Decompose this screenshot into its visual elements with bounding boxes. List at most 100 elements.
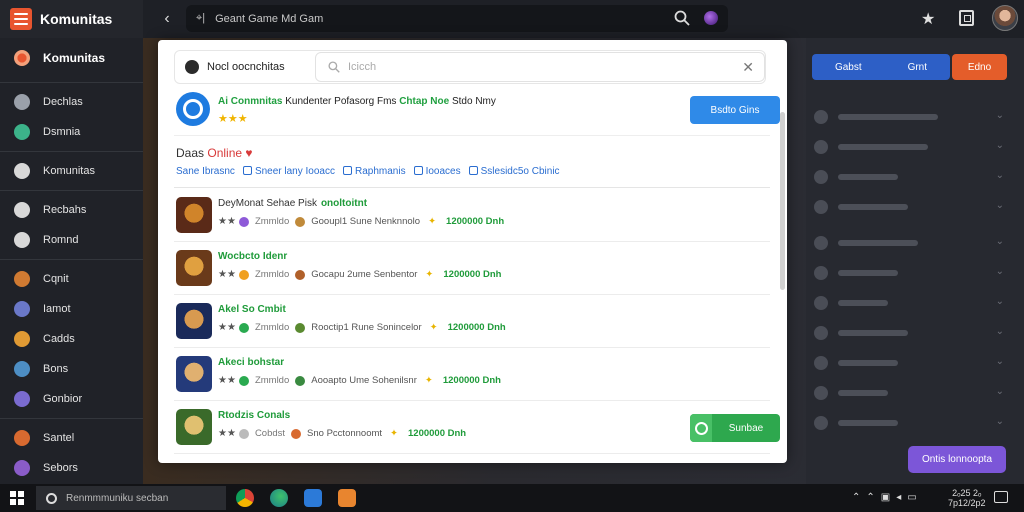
scrollbar[interactable] [780, 112, 785, 290]
windows-start-icon[interactable] [10, 491, 24, 505]
sidebar-item[interactable]: Dsmnia [0, 117, 143, 147]
community-name: Akeci bohstar [218, 357, 284, 368]
right-panel-row[interactable]: ⌄ [814, 140, 1006, 154]
back-arrow-icon[interactable]: ‹ [158, 9, 176, 29]
checkbox-icon[interactable] [468, 166, 478, 175]
section-link[interactable]: Sane Ibrasnc [176, 166, 235, 177]
right-panel-row-text [838, 270, 898, 276]
right-panel-blue-button[interactable]: Gabst Grnt [812, 54, 950, 80]
battery-icon: ▭ [907, 492, 917, 503]
store-icon[interactable] [304, 489, 322, 507]
card-header: Nocl oocnchitas Icicch ✕ [174, 50, 766, 84]
badge-icon [238, 375, 249, 386]
system-tray[interactable]: ⌃ ⌃ ▣ ◂ ▭ [852, 492, 917, 503]
taskbar-search[interactable]: Renmmmuniku secban [36, 486, 226, 510]
chevron-down-icon: ⌄ [995, 296, 1004, 307]
checkbox-icon[interactable] [413, 166, 423, 175]
chevron-up-icon: ⌃ [852, 492, 861, 503]
right-panel-row[interactable]: ⌄ [814, 200, 1006, 214]
sidebar-divider [0, 151, 143, 152]
assistant-orb-icon[interactable] [704, 11, 718, 25]
right-panel-row[interactable]: ⌄ [814, 386, 1006, 400]
right-panel-row[interactable]: ⌄ [814, 266, 1006, 280]
section-link[interactable]: Sneer lany Iooacc [255, 166, 335, 177]
feature-join-button[interactable]: Bsdto Gins [690, 96, 780, 124]
right-panel-row[interactable]: ⌄ [814, 296, 1006, 310]
right-panel-row-icon [814, 386, 828, 400]
right-panel-row-icon [814, 416, 828, 430]
chat-icon [690, 414, 712, 442]
sidebar-header[interactable]: Komunitas [0, 38, 143, 78]
card-search-input[interactable]: Icicch ✕ [315, 52, 765, 82]
clock[interactable]: 2ₒ25 2ₒ 7p12/2p2 [948, 488, 986, 508]
sidebar-item[interactable]: Sebors [0, 453, 143, 483]
sidebar-item[interactable]: Cqnit [0, 264, 143, 294]
community-name-text: Akel So Cmbit [218, 304, 286, 315]
sidebar-item-icon [14, 271, 30, 287]
online-section: Daas Online ♥ Sane Ibrasnc Sneer lany Ioo… [176, 146, 560, 177]
community-row[interactable]: DeyMonat Sehae Pisk onoltoitnt ★★ Zmmldo Goo… [174, 190, 770, 242]
right-panel-row[interactable]: ⌄ [814, 326, 1006, 340]
feature-prefix: Ai Conmnitas [218, 96, 283, 107]
app-icon[interactable] [338, 489, 356, 507]
section-link[interactable]: Raphmanis [355, 166, 406, 177]
right-panel-orange-button[interactable]: Edno [952, 54, 1007, 80]
brand-logo-icon [10, 8, 32, 30]
community-row[interactable]: Rtodzis Conals ★★ Cobdst Sno Pcctonnoomt ✦ 12… [174, 402, 780, 454]
community-name-text: DeyMonat Sehae Pisk [218, 198, 317, 209]
community-thumbnail [176, 197, 212, 233]
chevron-down-icon: ⌄ [995, 386, 1004, 397]
right-panel-row-icon [814, 200, 828, 214]
sidebar-item[interactable]: Dechlas [0, 87, 143, 117]
chevron-down-icon: ⌄ [995, 200, 1004, 211]
sidebar-item[interactable]: Cadds [0, 324, 143, 354]
location-pin-icon: ⌖| [196, 12, 206, 24]
right-panel-row[interactable]: ⌄ [814, 356, 1006, 370]
community-row[interactable]: Wocbcto Idenr ★★ Zmmldo Gocapu 2ume Senbent… [174, 243, 770, 295]
sidebar-divider [0, 190, 143, 191]
right-panel-row[interactable]: ⌄ [814, 110, 1006, 124]
section-title-text: Daas [176, 146, 205, 160]
join-button[interactable]: Sunbae [690, 414, 780, 442]
community-price: 1200000 Dnh [442, 375, 501, 386]
avatar[interactable] [992, 5, 1018, 31]
community-row[interactable]: Akel So Cmbit ★★ Zmmldo Rooctip1 Rune Sonin… [174, 296, 770, 348]
community-detail: Gooupl1 Sune Nenknnolo [311, 216, 421, 227]
community-detail: Aooapto Ume Sohenilsnr [311, 375, 417, 386]
search-icon[interactable] [674, 10, 690, 26]
section-link[interactable]: Sslesidc5o Cbinic [481, 166, 560, 177]
notification-icon[interactable] [994, 491, 1008, 503]
checkbox-icon[interactable] [343, 166, 352, 175]
sidebar-item-label: Gonbior [43, 393, 83, 405]
right-panel-row[interactable]: ⌄ [814, 416, 1006, 430]
sidebar-item-icon [14, 361, 30, 377]
sidebar-item[interactable]: Bons [0, 354, 143, 384]
sidebar-item-label: Cadds [43, 333, 75, 345]
brand[interactable]: Komunitas [0, 0, 143, 38]
sidebar-item[interactable]: Santel [0, 423, 143, 453]
right-panel-row[interactable]: ⌄ [814, 236, 1006, 250]
sidebar-item-icon [14, 163, 30, 179]
edge-icon[interactable] [270, 489, 288, 507]
online-button[interactable]: Ontis lonnoopta [908, 446, 1006, 473]
sidebar-item[interactable]: Recbahs [0, 195, 143, 225]
checkbox-icon[interactable] [242, 166, 252, 175]
community-row[interactable]: Akeci bohstar ★★ Zmmldo Aooapto Ume Sohenil… [174, 349, 770, 401]
sidebar-item-label: Santel [43, 432, 75, 444]
sidebar-item[interactable]: Iamot [0, 294, 143, 324]
sidebar-item[interactable]: Komunitas [0, 156, 143, 186]
sidebar-item-icon [14, 124, 30, 140]
right-panel-row[interactable]: ⌄ [814, 170, 1006, 184]
community-sub: Zmmldo [254, 269, 290, 280]
chrome-icon[interactable] [236, 489, 254, 507]
top-search-input[interactable]: ⌖| Geant Game Md Gam [186, 5, 728, 32]
badge-icon [238, 428, 249, 439]
community-detail: Sno Pcctonnoomt [307, 428, 383, 439]
sidebar-item[interactable]: Gonbior [0, 384, 143, 414]
section-link[interactable]: Iooaces [426, 166, 461, 177]
bookmark-icon[interactable] [959, 10, 974, 26]
close-icon[interactable]: ✕ [742, 59, 754, 76]
sidebar-item[interactable]: Romnd [0, 225, 143, 255]
star-icon[interactable]: ★ [921, 9, 935, 29]
sparkle-icon: ✦ [425, 269, 434, 280]
